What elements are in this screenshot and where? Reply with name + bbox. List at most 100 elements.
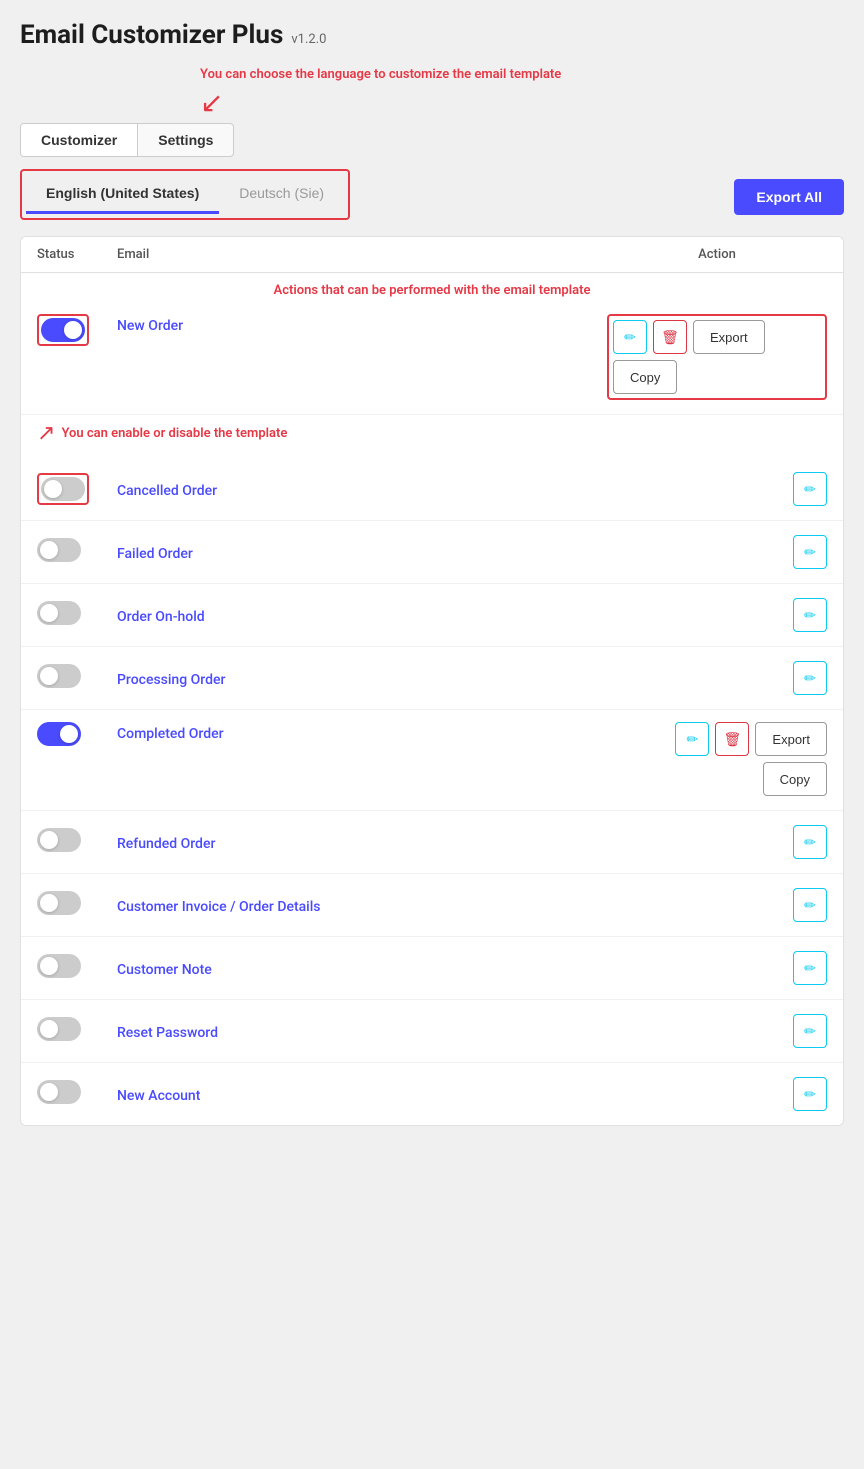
edit-button-invoice[interactable]: ✏ bbox=[793, 888, 827, 922]
copy-button-new-order[interactable]: Copy bbox=[613, 360, 677, 394]
toggle-reset-password[interactable] bbox=[37, 1017, 81, 1041]
lang-tabs-row: English (United States) Deutsch (Sie) Ex… bbox=[20, 169, 844, 224]
edit-button-processing[interactable]: ✏ bbox=[793, 661, 827, 695]
table-row: Order On-hold ✏ bbox=[21, 584, 843, 647]
row-status-cancelled bbox=[37, 473, 117, 505]
table-row: Reset Password ✏ bbox=[21, 1000, 843, 1063]
delete-icon: 🗑 bbox=[661, 329, 679, 346]
header-action: Action bbox=[607, 247, 827, 262]
tab-customizer[interactable]: Customizer bbox=[21, 124, 138, 156]
export-all-button[interactable]: Export All bbox=[734, 179, 844, 215]
row-actions-processing: ✏ bbox=[607, 661, 827, 695]
lang-section: English (United States) Deutsch (Sie) bbox=[20, 169, 350, 220]
delete-icon: 🗑 bbox=[724, 731, 742, 748]
top-annotation: You can choose the language to customize… bbox=[200, 66, 844, 119]
version-badge: v1.2.0 bbox=[291, 32, 326, 47]
tab-settings[interactable]: Settings bbox=[138, 124, 233, 156]
row-label-note: Customer Note bbox=[117, 958, 607, 978]
edit-button-cancelled[interactable]: ✏ bbox=[793, 472, 827, 506]
table-row: New Order ✏ 🗑 Export Copy bbox=[21, 302, 843, 415]
toggle-new-order[interactable] bbox=[41, 318, 85, 342]
toggle-failed-order[interactable] bbox=[37, 538, 81, 562]
export-button-new-order[interactable]: Export bbox=[693, 320, 765, 354]
toggle-customer-invoice[interactable] bbox=[37, 891, 81, 915]
delete-button-completed[interactable]: 🗑 bbox=[715, 722, 749, 756]
edit-button-new-order[interactable]: ✏ bbox=[613, 320, 647, 354]
toggle-customer-note[interactable] bbox=[37, 954, 81, 978]
edit-icon: ✏ bbox=[804, 1086, 816, 1103]
toggle-annotation-text: You can enable or disable the template bbox=[61, 425, 287, 443]
delete-button-new-order[interactable]: 🗑 bbox=[653, 320, 687, 354]
edit-button-onhold[interactable]: ✏ bbox=[793, 598, 827, 632]
edit-icon: ✏ bbox=[804, 607, 816, 624]
row-status-new-account bbox=[37, 1080, 117, 1108]
row-label-invoice: Customer Invoice / Order Details bbox=[117, 895, 607, 915]
row-label-refunded: Refunded Order bbox=[117, 832, 607, 852]
edit-icon: ✏ bbox=[804, 897, 816, 914]
email-table: Status Email Action Actions that can be … bbox=[20, 236, 844, 1126]
row-actions-new-order: ✏ 🗑 Export Copy bbox=[607, 314, 827, 400]
copy-button-completed[interactable]: Copy bbox=[763, 762, 827, 796]
table-row: New Account ✏ bbox=[21, 1063, 843, 1125]
edit-icon: ✏ bbox=[804, 544, 816, 561]
row-label-reset-pwd: Reset Password bbox=[117, 1021, 607, 1041]
export-button-completed[interactable]: Export bbox=[755, 722, 827, 756]
table-row: Cancelled Order ✏ bbox=[21, 458, 843, 521]
toggle-completed-order[interactable] bbox=[37, 722, 81, 746]
edit-icon: ✏ bbox=[687, 731, 699, 748]
edit-icon: ✏ bbox=[804, 1023, 816, 1040]
edit-icon: ✏ bbox=[804, 670, 816, 687]
row-label-processing: Processing Order bbox=[117, 668, 607, 688]
edit-button-refunded[interactable]: ✏ bbox=[793, 825, 827, 859]
toggle-new-account[interactable] bbox=[37, 1080, 81, 1104]
row-status-failed bbox=[37, 538, 117, 566]
page-title: Email Customizer Plus bbox=[20, 20, 283, 50]
edit-button-failed[interactable]: ✏ bbox=[793, 535, 827, 569]
row-label-completed: Completed Order bbox=[117, 722, 607, 742]
top-annotation-text: You can choose the language to customize… bbox=[200, 66, 561, 84]
row-status-note bbox=[37, 954, 117, 982]
lang-tab-deutsch[interactable]: Deutsch (Sie) bbox=[219, 175, 344, 214]
edit-icon: ✏ bbox=[804, 481, 816, 498]
row-actions-refunded: ✏ bbox=[607, 825, 827, 859]
row-label-new-order: New Order bbox=[117, 314, 607, 334]
row-label-cancelled: Cancelled Order bbox=[117, 479, 607, 499]
toggle-annotation-row: ↗ You can enable or disable the template bbox=[21, 415, 843, 458]
row-actions-onhold: ✏ bbox=[607, 598, 827, 632]
toggle-processing-order[interactable] bbox=[37, 664, 81, 688]
table-row: Customer Invoice / Order Details ✏ bbox=[21, 874, 843, 937]
row-status-completed bbox=[37, 722, 117, 750]
toggle-order-onhold[interactable] bbox=[37, 601, 81, 625]
edit-icon: ✏ bbox=[624, 329, 636, 346]
action-annotation-row: Actions that can be performed with the e… bbox=[21, 273, 843, 302]
lang-tab-english[interactable]: English (United States) bbox=[26, 175, 219, 214]
edit-icon: ✏ bbox=[804, 960, 816, 977]
edit-button-completed[interactable]: ✏ bbox=[675, 722, 709, 756]
row-status-processing bbox=[37, 664, 117, 692]
toggle-cancelled-order[interactable] bbox=[41, 477, 85, 501]
row-actions-invoice: ✏ bbox=[607, 888, 827, 922]
header-status: Status bbox=[37, 247, 117, 262]
row-status-reset-pwd bbox=[37, 1017, 117, 1045]
action-annotation-text: Actions that can be performed with the e… bbox=[274, 283, 591, 298]
table-row: Processing Order ✏ bbox=[21, 647, 843, 710]
edit-button-reset-pwd[interactable]: ✏ bbox=[793, 1014, 827, 1048]
row-actions-new-account: ✏ bbox=[607, 1077, 827, 1111]
row-status-invoice bbox=[37, 891, 117, 919]
action-box: ✏ 🗑 Export Copy bbox=[607, 314, 827, 400]
table-header: Status Email Action bbox=[21, 237, 843, 273]
table-row: Failed Order ✏ bbox=[21, 521, 843, 584]
edit-button-new-account[interactable]: ✏ bbox=[793, 1077, 827, 1111]
row-status-new-order bbox=[37, 314, 117, 346]
lang-tabs: English (United States) Deutsch (Sie) bbox=[26, 175, 344, 214]
row-actions-cancelled: ✏ bbox=[607, 472, 827, 506]
row-label-failed: Failed Order bbox=[117, 542, 607, 562]
row-actions-note: ✏ bbox=[607, 951, 827, 985]
row-label-new-account: New Account bbox=[117, 1084, 607, 1104]
edit-button-note[interactable]: ✏ bbox=[793, 951, 827, 985]
table-row: Refunded Order ✏ bbox=[21, 811, 843, 874]
main-tabs: Customizer Settings bbox=[20, 123, 234, 157]
row-actions-completed: ✏ 🗑 Export Copy bbox=[607, 722, 827, 796]
row-status-refunded bbox=[37, 828, 117, 856]
toggle-refunded-order[interactable] bbox=[37, 828, 81, 852]
